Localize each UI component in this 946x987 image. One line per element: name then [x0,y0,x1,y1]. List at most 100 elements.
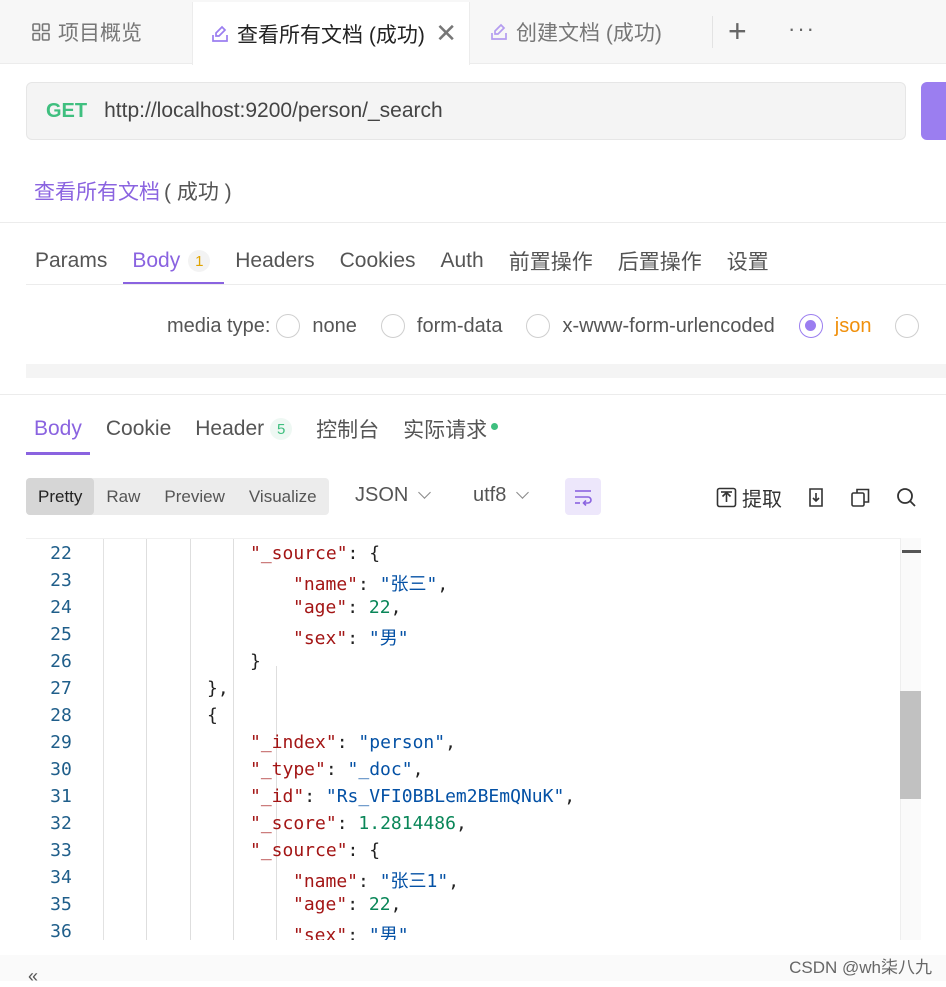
http-method[interactable]: GET [46,100,87,123]
tab-params[interactable]: Params [35,238,107,284]
tab-label: 控制台 [316,419,380,442]
code-line: { [207,705,218,726]
line-number: 24 [50,597,72,618]
format-select[interactable]: JSON [355,484,432,507]
radio-form-data[interactable] [380,314,405,338]
line-number: 27 [50,678,72,699]
tab-label: 设置 [726,251,769,274]
tab-divider [712,16,713,48]
radio-label: form-data [416,314,503,337]
copy-button[interactable] [850,484,871,510]
add-tab-icon[interactable]: + [728,14,747,48]
media-type-label: media type: [167,314,271,337]
radio-next[interactable] [895,314,920,338]
request-icon [209,23,231,45]
code-line: "_source": { [250,543,381,564]
media-type-row: media type: none form-data x-www-form-ur… [167,308,931,344]
status-dot [491,422,499,430]
tab-view-all-docs[interactable]: 查看所有文档 (成功) ✕ [192,2,470,65]
response-code-editor[interactable]: 22 "_source": {23 "name": "张三", 24 "age": 22… [26,538,920,940]
tab-label: 前置操作 [508,251,593,274]
indent-guide [233,539,234,940]
line-number: 34 [50,867,72,888]
encoding-select[interactable]: utf8 [473,484,530,507]
tab-response-body[interactable]: Body [26,404,90,455]
wrap-icon [575,489,592,506]
divider [26,284,946,285]
tab-post-ops[interactable]: 后置操作 [618,238,702,284]
line-number: 29 [50,732,72,753]
line-number: 30 [50,759,72,780]
copy-icon [851,488,870,507]
tab-label: Headers [235,249,315,272]
request-name-link[interactable]: 查看所有文档 [34,176,160,206]
code-line: "_type": "_doc", [250,759,424,780]
tab-settings[interactable]: 设置 [727,238,769,284]
view-preview[interactable]: Preview [152,478,236,515]
tab-label: Auth [440,249,484,272]
radio-json[interactable] [798,314,823,338]
line-number: 32 [50,813,72,834]
url-bar[interactable]: GET http://localhost:9200/person/_search [26,82,906,140]
code-line: }, [207,678,229,699]
search-icon [897,487,916,507]
tab-label: Header [195,417,265,440]
line-number: 22 [50,543,72,564]
body-count-badge: 1 [188,250,211,272]
tab-pre-ops[interactable]: 前置操作 [509,238,593,284]
divider [0,394,946,395]
download-button[interactable] [806,484,826,510]
chevron-down-icon [418,486,432,499]
radio-urlencoded[interactable] [526,314,551,338]
code-line: "sex": "男" [293,628,409,649]
radio-label: x-www-form-urlencoded [562,314,775,337]
code-line: "name": "张三", [293,574,449,595]
search-button[interactable] [896,484,917,510]
extract-button[interactable]: 提取 [716,484,782,511]
tab-label: Body [34,417,82,440]
header-count-badge: 5 [270,418,293,440]
word-wrap-button[interactable] [565,478,601,515]
close-icon[interactable]: ✕ [435,20,457,46]
view-raw[interactable]: Raw [94,478,152,515]
tab-create-doc[interactable]: 创建文档 (成功) [488,0,662,64]
request-icon [488,21,510,43]
radio-label: none [312,314,357,337]
tab-label: Params [35,249,108,272]
request-tabs: Params Body 1 Headers Cookies Auth 前置操作 后… [35,238,794,285]
tab-label: 项目概览 [58,22,142,45]
tab-project-overview[interactable]: 项目概览 [30,0,142,64]
indent-guide [146,539,147,940]
radio-none[interactable] [276,314,301,338]
tab-response-cookie[interactable]: Cookie [106,404,171,454]
code-line: "_score": 1.2814486, [250,813,467,834]
tab-label: 查看所有文档 (成功) [237,23,425,47]
tab-console[interactable]: 控制台 [316,404,379,454]
tab-auth[interactable]: Auth [441,238,484,284]
body-editor-strip[interactable] [26,364,946,378]
tab-label: Cookies [339,249,416,272]
line-number: 31 [50,786,72,807]
tab-response-header[interactable]: Header 5 [195,404,293,454]
tab-label: 创建文档 (成功) [516,22,662,45]
view-visualize[interactable]: Visualize [237,478,329,515]
request-name: 查看所有文档 ( 成功 ) [34,176,232,206]
download-icon [809,487,823,507]
line-number: 28 [50,705,72,726]
tab-headers[interactable]: Headers [235,238,314,284]
tab-label: Cookie [105,417,172,440]
send-button[interactable] [921,82,946,140]
scroll-marker [902,550,921,553]
code-line: "_index": "person", [250,732,456,753]
line-number: 26 [50,651,72,672]
tab-cookies[interactable]: Cookies [340,238,416,284]
tab-body[interactable]: Body 1 [123,238,225,285]
collapse-icon[interactable]: « [28,966,38,987]
tab-bar: 项目概览 查看所有文档 (成功) ✕ 创建文档 (成功) + ··· [0,0,946,65]
scrollbar-thumb[interactable] [900,691,921,799]
line-number: 35 [50,894,72,915]
tab-actual-request[interactable]: 实际请求 [403,404,499,454]
more-icon[interactable]: ··· [788,16,816,42]
url-input[interactable]: http://localhost:9200/person/_search [104,99,443,123]
view-pretty[interactable]: Pretty [26,478,95,515]
